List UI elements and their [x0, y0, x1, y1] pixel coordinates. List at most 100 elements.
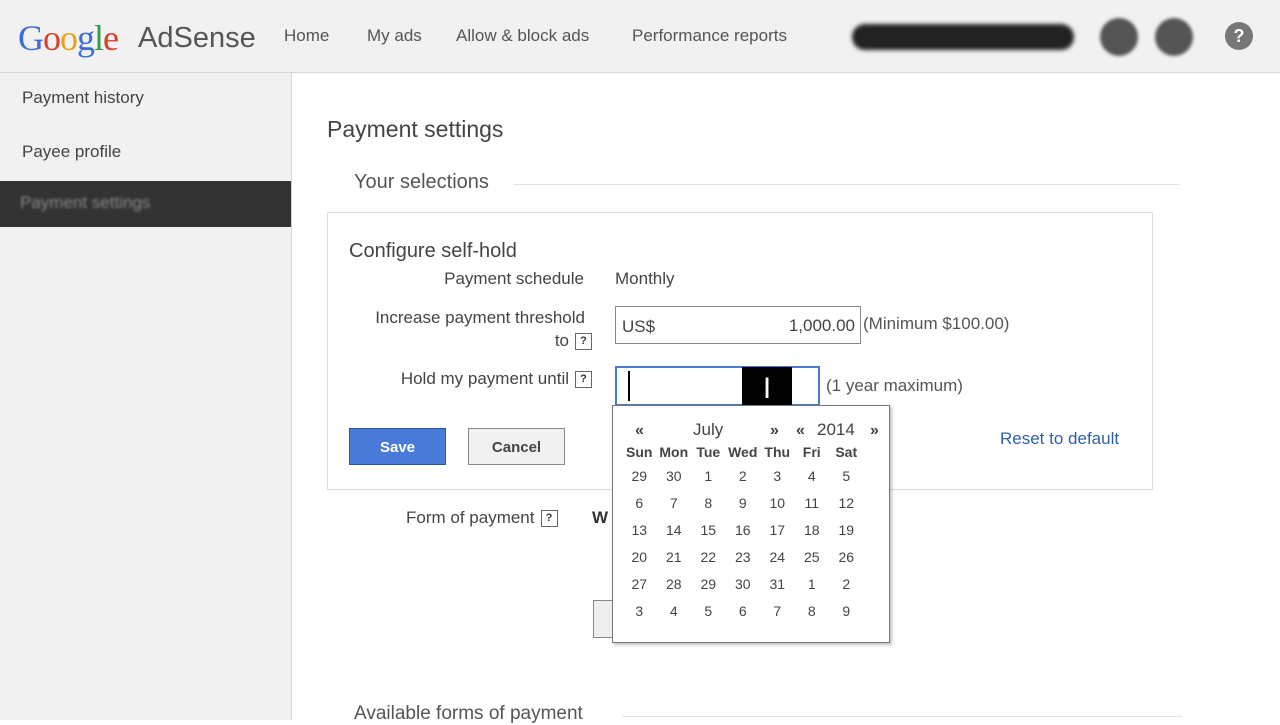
page-title: Payment settings: [327, 116, 504, 142]
form-of-payment-value: W: [592, 508, 609, 527]
sidebar: Payment history Payee profile Payment se…: [0, 73, 292, 720]
calendar-day[interactable]: 8: [691, 489, 726, 516]
calendar-day[interactable]: 6: [726, 597, 761, 624]
weekday-header: Tue: [696, 444, 721, 460]
calendar-day[interactable]: 23: [726, 543, 761, 570]
form-of-payment-text: Form of payment: [406, 508, 535, 527]
next-month-button[interactable]: »: [770, 422, 779, 440]
calendar-week-row: 27 28 29 30 31 1 2: [622, 570, 864, 597]
threshold-value: 1,000.00: [788, 316, 855, 335]
calendar-day[interactable]: 30: [657, 462, 692, 489]
calendar-day[interactable]: 2: [726, 462, 761, 489]
calendar-grid: Sun Mon Tue Wed Thu Fri Sat 29 30 1 2 3 4 5 6 7 8 9 10 11 1…: [622, 442, 864, 624]
threshold-hint: (Minimum $100.00): [863, 314, 1010, 333]
calendar-day[interactable]: 3: [760, 462, 795, 489]
hold-hint: (1 year maximum): [826, 376, 963, 395]
calendar-day[interactable]: 27: [622, 570, 657, 597]
calendar-day[interactable]: 7: [657, 489, 692, 516]
calendar-day[interactable]: 20: [622, 543, 657, 570]
logo-letter: g: [77, 18, 95, 58]
redacted-account-info: [852, 24, 1074, 50]
nav-allow-block-ads[interactable]: Allow & block ads: [456, 26, 589, 46]
calendar-day[interactable]: 8: [795, 597, 830, 624]
weekday-header: Mon: [659, 444, 689, 460]
next-year-button[interactable]: »: [870, 422, 879, 440]
threshold-label-line2: to?: [340, 331, 592, 351]
sidebar-item-payee-profile[interactable]: Payee profile: [22, 142, 121, 162]
calendar-day[interactable]: 24: [760, 543, 795, 570]
calendar-day[interactable]: 2: [829, 570, 864, 597]
cancel-button[interactable]: Cancel: [468, 428, 565, 465]
nav-my-ads[interactable]: My ads: [367, 26, 422, 46]
redacted-icon[interactable]: [1155, 18, 1193, 56]
calendar-day[interactable]: 11: [795, 489, 830, 516]
calendar-day[interactable]: 14: [657, 516, 692, 543]
section-title: Your selections: [354, 171, 489, 193]
redacted-icon[interactable]: [1100, 18, 1138, 56]
help-icon[interactable]: ?: [575, 371, 592, 389]
calendar-day[interactable]: 17: [760, 516, 795, 543]
sidebar-item-payment-settings[interactable]: Payment settings: [0, 181, 291, 227]
nav-performance-reports[interactable]: Performance reports: [632, 26, 787, 46]
save-button[interactable]: Save: [349, 428, 446, 465]
calendar-day[interactable]: 22: [691, 543, 726, 570]
calendar-day[interactable]: 1: [795, 570, 830, 597]
calendar-day[interactable]: 18: [795, 516, 830, 543]
prev-month-button[interactable]: «: [635, 422, 644, 440]
calendar-day[interactable]: 19: [829, 516, 864, 543]
calendar-day[interactable]: 13: [622, 516, 657, 543]
calendar-day[interactable]: 9: [829, 597, 864, 624]
calendar-day[interactable]: 25: [795, 543, 830, 570]
calendar-day[interactable]: 4: [657, 597, 692, 624]
threshold-label-text: to: [554, 331, 569, 350]
divider: [622, 716, 1182, 717]
calendar-week-row: 13 14 15 16 17 18 19: [622, 516, 864, 543]
weekday-header: Wed: [728, 444, 758, 460]
sidebar-item-payment-history[interactable]: Payment history: [22, 88, 144, 108]
nav-home[interactable]: Home: [284, 26, 329, 46]
schedule-label: Payment schedule: [444, 269, 584, 288]
weekday-header: Sat: [835, 444, 858, 460]
calendar-day[interactable]: 5: [829, 462, 864, 489]
weekday-header: Thu: [764, 444, 791, 460]
calendar-day[interactable]: 15: [691, 516, 726, 543]
year-label: 2014: [817, 420, 855, 439]
help-icon[interactable]: ?: [575, 333, 592, 351]
calendar-day[interactable]: 28: [657, 570, 692, 597]
self-hold-title: Configure self-hold: [349, 240, 517, 262]
logo-letter: o: [60, 18, 78, 58]
calendar-day[interactable]: 4: [795, 462, 830, 489]
calendar-week-row: 29 30 1 2 3 4 5: [622, 462, 864, 489]
calendar-day[interactable]: 1: [691, 462, 726, 489]
calendar-day[interactable]: 12: [829, 489, 864, 516]
schedule-value: Monthly: [615, 269, 675, 288]
help-icon[interactable]: ?: [1225, 22, 1253, 50]
calendar-day[interactable]: 26: [829, 543, 864, 570]
google-logo[interactable]: Google: [18, 17, 119, 59]
calendar-day[interactable]: 9: [726, 489, 761, 516]
form-of-payment-label: Form of payment?: [406, 508, 558, 528]
calendar-day[interactable]: 7: [760, 597, 795, 624]
calendar-day[interactable]: 6: [622, 489, 657, 516]
reset-to-default-link[interactable]: Reset to default: [1000, 429, 1119, 449]
calendar-day[interactable]: 21: [657, 543, 692, 570]
available-forms-title: Available forms of payment: [354, 703, 583, 724]
hold-label: Hold my payment until?: [340, 369, 592, 389]
calendar-day[interactable]: 29: [691, 570, 726, 597]
divider: [514, 184, 1180, 185]
date-picker-popup: « July » « 2014 » Sun Mon Tue Wed Thu Fri Sat …: [612, 405, 890, 643]
calendar-day[interactable]: 10: [760, 489, 795, 516]
weekday-header: Sun: [626, 444, 653, 460]
calendar-day[interactable]: 5: [691, 597, 726, 624]
calendar-body: 29 30 1 2 3 4 5 6 7 8 9 10 11 12 13 14 15 16 17 18 19 20 21 22 2…: [622, 462, 864, 624]
help-icon[interactable]: ?: [540, 510, 558, 528]
prev-year-button[interactable]: «: [796, 422, 805, 440]
threshold-input[interactable]: US$ 1,000.00: [615, 306, 861, 344]
calendar-day[interactable]: 29: [622, 462, 657, 489]
weekday-header: Fri: [802, 444, 821, 460]
calendar-day[interactable]: 31: [760, 570, 795, 597]
calendar-day[interactable]: 3: [622, 597, 657, 624]
calendar-day[interactable]: 16: [726, 516, 761, 543]
product-name[interactable]: AdSense: [138, 22, 256, 55]
calendar-day[interactable]: 30: [726, 570, 761, 597]
